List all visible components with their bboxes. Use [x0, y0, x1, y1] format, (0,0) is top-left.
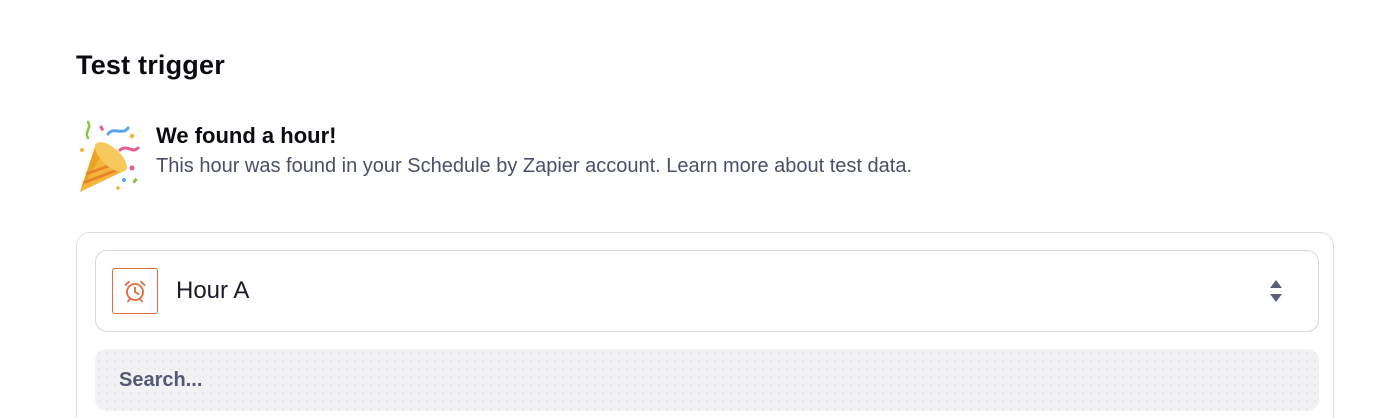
- result-description-text: This hour was found in your Schedule by …: [156, 155, 661, 177]
- test-trigger-page: Test trigger We found a hour! This hour …: [0, 0, 1400, 418]
- selected-record-label: Hour A: [176, 277, 250, 304]
- alarm-clock-icon: [112, 268, 158, 314]
- record-selector[interactable]: Hour A: [95, 250, 1319, 332]
- result-title: We found a hour!: [156, 123, 337, 148]
- result-description: This hour was found in your Schedule by …: [156, 151, 912, 181]
- test-result-banner: We found a hour! This hour was found in …: [74, 120, 912, 198]
- sort-arrows-icon[interactable]: [1268, 278, 1284, 304]
- party-popper-icon: [74, 120, 142, 198]
- search-input[interactable]: [117, 367, 1319, 393]
- search-field: [95, 349, 1319, 411]
- test-data-panel: Hour A: [76, 232, 1334, 418]
- learn-more-link[interactable]: Learn more about test data.: [666, 155, 912, 177]
- section-title: Test trigger: [76, 50, 225, 80]
- result-text: We found a hour! This hour was found in …: [156, 120, 912, 181]
